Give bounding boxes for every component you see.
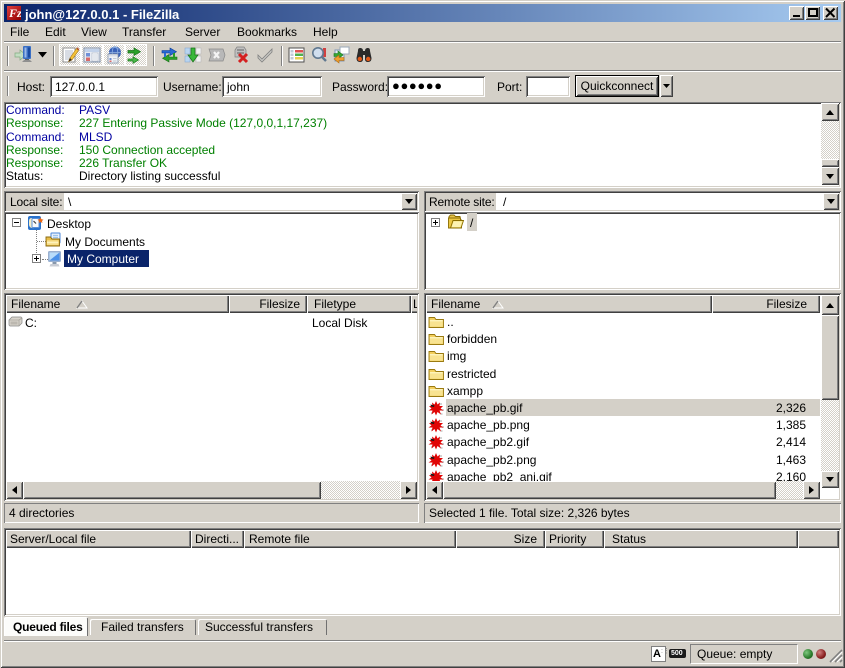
svg-text:Fz: Fz	[8, 6, 21, 20]
